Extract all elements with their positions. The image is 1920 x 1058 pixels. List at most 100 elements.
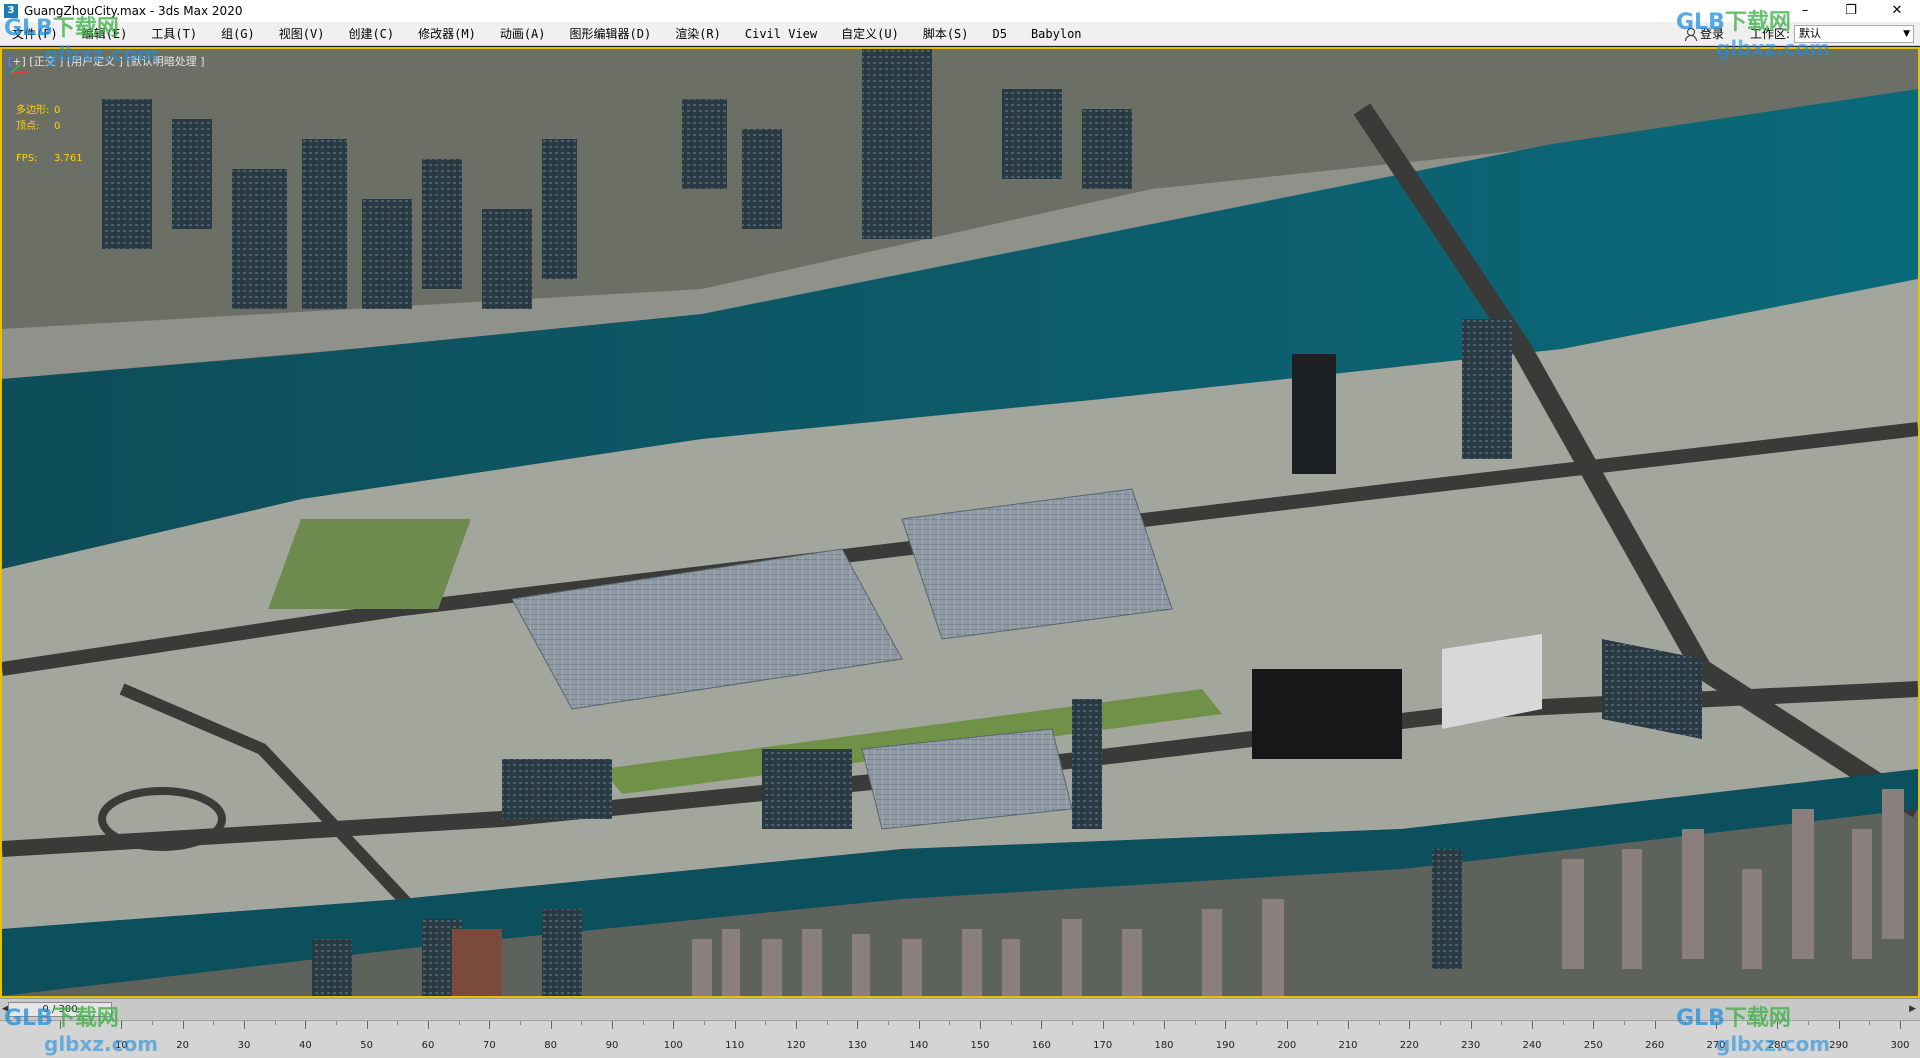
menu-animation[interactable]: 动画(A): [488, 22, 558, 46]
timeline-label: 90: [605, 1040, 619, 1051]
fps-label: FPS:: [16, 153, 38, 164]
black-complex: [1252, 669, 1402, 759]
timeline-tick: [1900, 1021, 1901, 1029]
timeline-tick: [1378, 1021, 1380, 1025]
red-building: [452, 929, 502, 996]
building-sw: [502, 759, 612, 819]
timeline-tick: [397, 1021, 399, 1025]
timeline-tick: [1133, 1021, 1135, 1025]
polygons-label: 多边形:: [16, 105, 50, 116]
timeline-label: 160: [1031, 1040, 1051, 1051]
green-plaza: [268, 519, 471, 609]
timeline-label: 260: [1645, 1040, 1665, 1051]
menu-customize[interactable]: 自定义(U): [829, 22, 911, 46]
timeline-tick: [888, 1021, 889, 1025]
timeline-tick: [1010, 1021, 1012, 1025]
timeline-label: 50: [360, 1040, 374, 1051]
timeline-tick: [305, 1021, 307, 1029]
timeline-tick: [336, 1021, 337, 1025]
timeline-tick: [1317, 1021, 1319, 1025]
menu-babylon[interactable]: Babylon: [1019, 22, 1094, 46]
timeline-tick: [1685, 1021, 1687, 1025]
menu-d5[interactable]: D5: [981, 22, 1019, 46]
menu-tools[interactable]: 工具(T): [139, 22, 209, 46]
timeline-tick: [734, 1021, 736, 1029]
timeline-label: 20: [176, 1040, 190, 1051]
timeline-label: 220: [1399, 1040, 1419, 1051]
menu-group[interactable]: 组(G): [209, 22, 267, 46]
timeline-tick: [1286, 1021, 1288, 1029]
timeline-tick: [1440, 1021, 1441, 1025]
maximize-icon[interactable]: ❐: [1828, 0, 1874, 22]
track-bar[interactable]: 10 20 30 40 50 60 70 80 90 100 110 120 130 140 150 160 1…: [0, 1020, 1920, 1058]
time-slider-handle[interactable]: 0 / 300: [8, 1002, 112, 1017]
vertices-label: 顶点:: [16, 121, 40, 132]
viewport-label[interactable]: [+] [正交 ] [用户定义 ] [默认明暗处理 ]: [8, 53, 205, 69]
timeline-label: 250: [1583, 1040, 1603, 1051]
title-bar: 3 GuangZhouCity.max - 3ds Max 2020 – ❐ ✕: [0, 0, 1920, 22]
workspace-select[interactable]: 默认 ▼: [1794, 24, 1914, 43]
timeline-label: 200: [1277, 1040, 1297, 1051]
timeline-label: 70: [482, 1040, 496, 1051]
menu-edit[interactable]: 编辑(E): [70, 22, 140, 46]
timeline-label: 280: [1767, 1040, 1787, 1051]
menu-views[interactable]: 视图(V): [267, 22, 337, 46]
timeline-tick: [182, 1021, 184, 1029]
login-button[interactable]: 登录: [1675, 25, 1734, 42]
timeline-tick: [1624, 1021, 1625, 1025]
axis-gizmo-icon: [9, 53, 28, 74]
timeline-tick: [826, 1021, 828, 1025]
minimize-icon[interactable]: –: [1782, 0, 1828, 22]
menu-graph-editors[interactable]: 图形编辑器(D): [558, 22, 664, 46]
timeline-tick: [550, 1021, 552, 1029]
timeline-tick: [152, 1021, 153, 1025]
tower-pair: [1462, 319, 1512, 459]
timeline-label: 300: [1890, 1040, 1910, 1051]
timeline-tick: [366, 1021, 368, 1029]
menu-rendering[interactable]: 渲染(R): [663, 22, 733, 46]
menu-civil-view[interactable]: Civil View: [733, 22, 829, 46]
timeline-tick: [765, 1021, 767, 1025]
timeline-label: 120: [786, 1040, 806, 1051]
menu-create[interactable]: 创建(C): [336, 22, 406, 46]
menu-file[interactable]: 文件(F): [0, 22, 70, 46]
timeline-label: 190: [1215, 1040, 1235, 1051]
timeline-label: 80: [544, 1040, 558, 1051]
timeline-tick: [520, 1021, 521, 1025]
chevron-right-icon[interactable]: ▶: [1909, 1004, 1916, 1014]
perspective-viewport[interactable]: [+] [正交 ] [用户定义 ] [默认明暗处理 ] 多边形: 0 顶点: 0 F…: [0, 47, 1920, 998]
time-slider[interactable]: ◀ 0 / 300 ▶: [0, 998, 1920, 1020]
menu-bar: 文件(F) 编辑(E) 工具(T) 组(G) 视图(V) 创建(C) 修改器(M…: [0, 22, 1920, 46]
timeline-tick: [121, 1021, 123, 1029]
menu-scripting[interactable]: 脚本(S): [911, 22, 981, 46]
timeline-tick: [918, 1021, 920, 1029]
timeline-label: 10: [114, 1040, 128, 1051]
timeline-tick: [612, 1021, 613, 1029]
app-logo-icon: 3: [4, 4, 18, 18]
timeline-tick: [1102, 1021, 1104, 1029]
close-icon[interactable]: ✕: [1874, 0, 1920, 22]
timeline-tick: [274, 1021, 276, 1025]
timeline-tick: [1072, 1021, 1073, 1025]
user-icon: [1684, 27, 1697, 41]
timeline-tick: [1746, 1021, 1748, 1025]
glass-tower: [1072, 699, 1102, 829]
timeline-label: 150: [970, 1040, 990, 1051]
timeline-tick: [90, 1021, 92, 1025]
timeline-tick: [1562, 1021, 1564, 1025]
timeline-label: 100: [663, 1040, 683, 1051]
timeline-tick: [1256, 1021, 1257, 1025]
timeline-tick: [458, 1021, 460, 1025]
workspace-value: 默认: [1799, 26, 1821, 40]
timeline-label: 40: [298, 1040, 312, 1051]
timeline-label: 170: [1093, 1040, 1113, 1051]
timeline-tick: [1409, 1021, 1411, 1029]
timeline-tick: [244, 1021, 245, 1029]
timeline-label: 290: [1829, 1040, 1849, 1051]
vertices-value: 0: [54, 121, 61, 132]
timeline-label: 240: [1522, 1040, 1542, 1051]
menu-modifiers[interactable]: 修改器(M): [406, 22, 488, 46]
window-title: GuangZhouCity.max - 3ds Max 2020: [24, 4, 243, 18]
timeline-label: 270: [1706, 1040, 1726, 1051]
timeline-tick: [1164, 1021, 1165, 1029]
